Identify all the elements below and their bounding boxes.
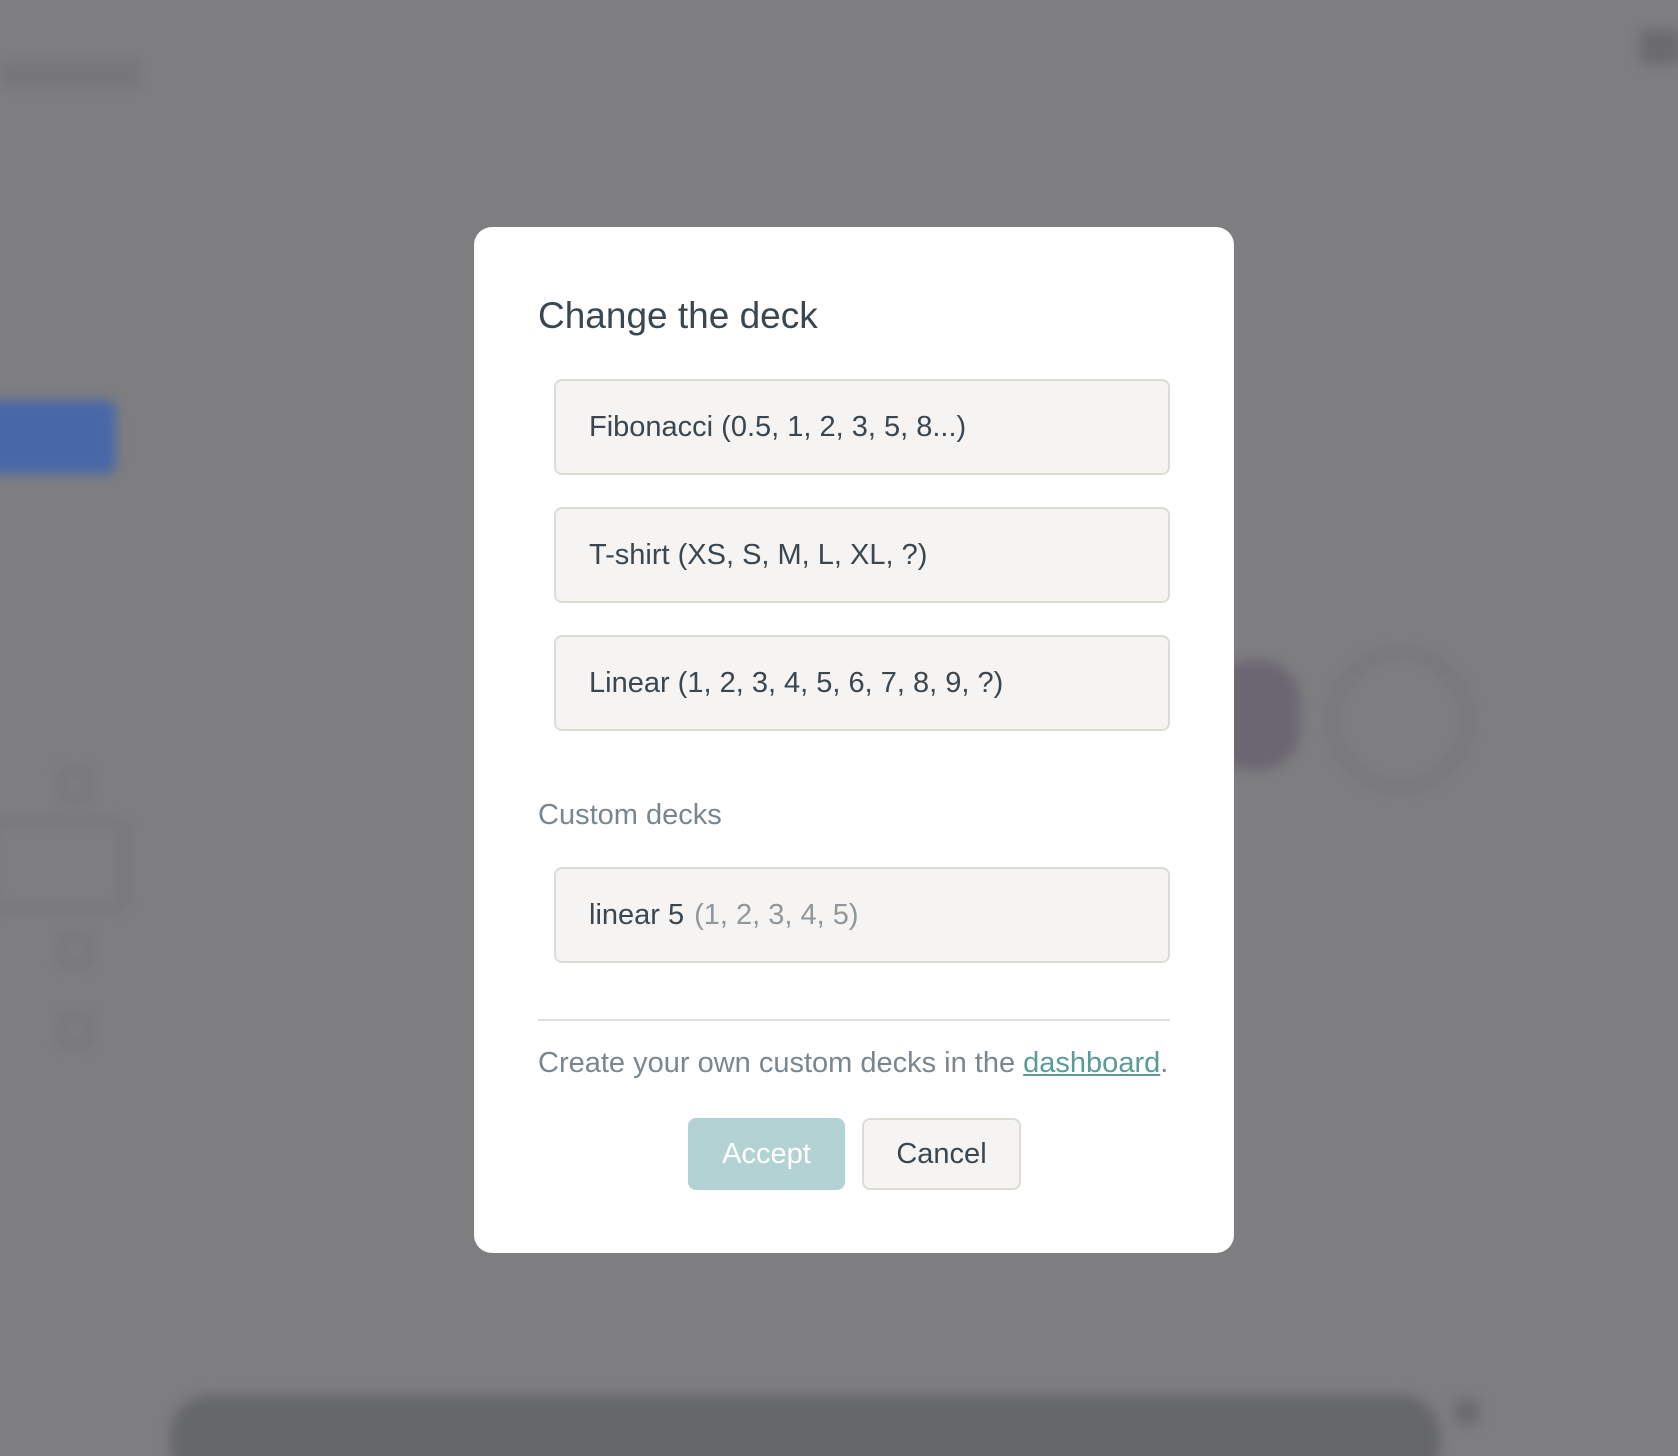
background-header-icon [1640, 30, 1678, 64]
background-close-icon [1455, 1400, 1479, 1424]
background-card-deck [170, 1395, 1440, 1456]
hint-suffix: . [1160, 1047, 1169, 1079]
deck-option-tshirt[interactable]: T-shirt (XS, S, M, L, XL, ?) [554, 507, 1170, 603]
custom-deck-options: linear 5 (1, 2, 3, 4, 5) [554, 867, 1170, 995]
background-settings-icon [60, 1015, 90, 1045]
deck-options: Fibonacci (0.5, 1, 2, 3, 5, 8...) T-shir… [554, 379, 1170, 763]
accept-button[interactable]: Accept [688, 1118, 845, 1190]
modal-title: Change the deck [538, 295, 818, 336]
change-deck-modal: Change the deck Fibonacci (0.5, 1, 2, 3,… [474, 227, 1234, 1253]
custom-decks-heading: Custom decks [538, 799, 722, 831]
deck-option-linear[interactable]: Linear (1, 2, 3, 4, 5, 6, 7, 8, 9, ?) [554, 635, 1170, 731]
background-header-text [0, 60, 140, 88]
background-primary-button [0, 400, 116, 474]
background-settings-icon [60, 935, 90, 965]
deck-option-fibonacci[interactable]: Fibonacci (0.5, 1, 2, 3, 5, 8...) [554, 379, 1170, 475]
custom-deck-values: (1, 2, 3, 4, 5) [694, 898, 859, 931]
custom-deck-name: linear 5 [589, 898, 685, 931]
hint-prefix: Create your own custom decks in the [538, 1047, 1024, 1079]
divider [538, 1019, 1170, 1021]
background-settings-icon [60, 770, 90, 800]
dashboard-link[interactable]: dashboard [1023, 1047, 1160, 1079]
cancel-button[interactable]: Cancel [862, 1118, 1021, 1190]
modal-actions: Accept Cancel [688, 1118, 1021, 1190]
deck-option-label: T-shirt (XS, S, M, L, XL, ?) [589, 538, 928, 571]
custom-deck-option-linear-5[interactable]: linear 5 (1, 2, 3, 4, 5) [554, 867, 1170, 963]
custom-decks-hint: Create your own custom decks in the dash… [538, 1047, 1168, 1080]
background-player-placeholder [1330, 650, 1470, 790]
background-input-field [0, 820, 126, 910]
deck-option-label: Fibonacci (0.5, 1, 2, 3, 5, 8...) [589, 410, 967, 443]
deck-option-label: Linear (1, 2, 3, 4, 5, 6, 7, 8, 9, ?) [589, 666, 1004, 699]
